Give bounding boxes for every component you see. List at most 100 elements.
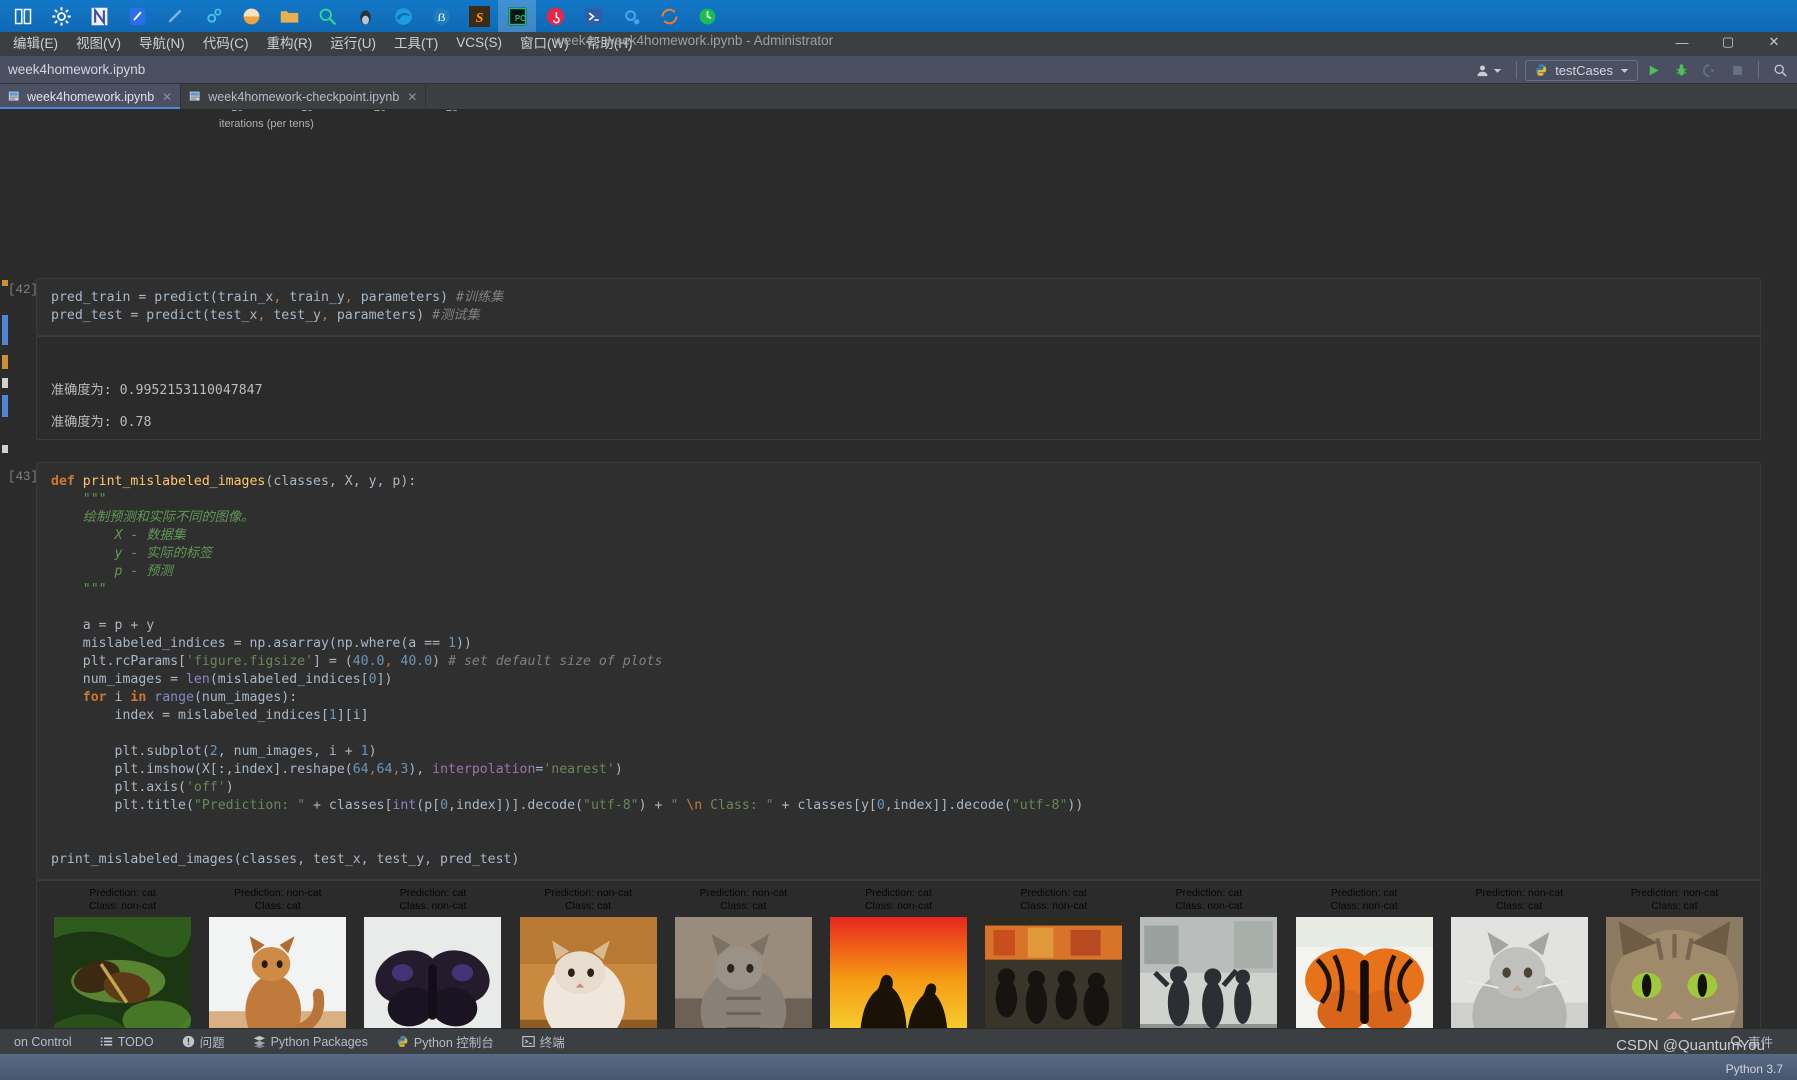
run-configuration-selector[interactable]: testCases — [1525, 59, 1638, 81]
svg-text:S: S — [475, 10, 483, 25]
toolbar-divider-2 — [1758, 61, 1759, 79]
code-content-42: pred_train = predict(train_x, train_y, p… — [51, 290, 504, 323]
powershell-icon[interactable] — [574, 0, 612, 32]
navigation-bar: week4homework.ipynb testCases — [0, 56, 1797, 84]
search-magnifier-icon[interactable] — [308, 0, 346, 32]
chart-xlabel: iterations (per tens) — [219, 118, 314, 130]
window-title: week4 - week4homework.ipynb - Administra… — [554, 33, 834, 48]
menu-edit[interactable]: 编辑(E) — [4, 30, 67, 54]
tab-close-icon[interactable]: ✕ — [405, 90, 417, 104]
status-python-packages[interactable]: Python Packages — [239, 1035, 382, 1049]
menu-code[interactable]: 代码(C) — [194, 30, 258, 54]
maximize-button[interactable]: ▢ — [1705, 28, 1751, 56]
search-icon — [1774, 64, 1787, 77]
list-item: Prediction: non-cat Class: cat — [1597, 887, 1752, 1034]
code-cell-42-input[interactable]: pred_train = predict(train_x, train_y, p… — [36, 278, 1761, 336]
pycharm-icon[interactable]: PC — [498, 0, 536, 32]
thumbnail-people-street — [1140, 917, 1278, 1034]
thumbnail-yellow-birds-silhouette — [830, 917, 968, 1034]
breadcrumb[interactable]: week4homework.ipynb — [8, 62, 145, 77]
sync-green-icon[interactable] — [688, 0, 726, 32]
run-button[interactable] — [1640, 59, 1666, 81]
previous-chart-remnant: 10 15 20 25 iterations (per tens) — [36, 110, 1736, 130]
chart-tick-15: 15 — [301, 110, 313, 114]
image-class-label: Class: cat — [1651, 900, 1698, 912]
image-class-label: Class: cat — [565, 900, 612, 912]
gears-icon[interactable] — [194, 0, 232, 32]
minimize-button[interactable]: — — [1659, 28, 1705, 56]
menu-navigate[interactable]: 导航(N) — [130, 30, 194, 54]
gutter-change-marker — [2, 315, 8, 345]
sphere-orange-icon[interactable] — [232, 0, 270, 32]
loading-orange-icon[interactable] — [650, 0, 688, 32]
status-python-console[interactable]: Python 控制台 — [382, 1032, 508, 1051]
status-label: Python 控制台 — [413, 1036, 494, 1050]
packages-icon — [253, 1035, 265, 1048]
code-content-43: def print_mislabeled_images(classes, X, … — [51, 474, 1084, 867]
status-label: 问题 — [199, 1036, 225, 1050]
coverage-button[interactable] — [1696, 59, 1722, 81]
tab-week4homework-checkpoint[interactable]: week4homework-checkpoint.ipynb ✕ — [181, 84, 427, 109]
tab-active-underline — [0, 107, 181, 109]
tab-label: week4homework-checkpoint.ipynb — [208, 89, 400, 104]
code-cell-43-output: Prediction: cat Class: non-cat Predictio… — [36, 880, 1761, 1034]
thumbnail-market-crowd — [985, 917, 1123, 1034]
image-class-label: Class: non-cat — [89, 900, 157, 912]
toolbar-divider — [1516, 61, 1518, 79]
status-todo[interactable]: TODO — [86, 1035, 168, 1049]
settings-gear-icon[interactable] — [42, 0, 80, 32]
status-problems[interactable]: 问题 — [168, 1032, 239, 1051]
list-item: Prediction: cat Class: non-cat — [355, 887, 510, 1034]
image-prediction-label: Prediction: non-cat — [234, 887, 322, 899]
run-config-label: testCases — [1555, 62, 1613, 78]
debug-button[interactable] — [1668, 59, 1694, 81]
image-prediction-label: Prediction: cat — [89, 887, 156, 899]
desktop-background — [0, 1054, 1797, 1080]
python-console-icon — [397, 1036, 408, 1047]
stop-button[interactable] — [1724, 59, 1750, 81]
close-button[interactable]: ✕ — [1751, 28, 1797, 56]
image-class-label: Class: non-cat — [399, 900, 467, 912]
netease-music-icon[interactable] — [536, 0, 574, 32]
user-avatar-dropdown[interactable] — [1469, 63, 1508, 78]
search-everywhere-button[interactable] — [1767, 59, 1793, 81]
mislabeled-image-grid: Prediction: cat Class: non-cat Predictio… — [45, 887, 1752, 1034]
coverage-icon — [1702, 63, 1714, 77]
sublime-text-icon[interactable]: S — [460, 0, 498, 32]
thumbnail-grey-tabby-cat — [674, 917, 812, 1034]
svg-text:PC: PC — [514, 13, 525, 22]
task-view-icon[interactable] — [4, 0, 42, 32]
tab-week4homework[interactable]: week4homework.ipynb ✕ — [0, 84, 182, 109]
chevron-down-icon — [1620, 68, 1629, 73]
image-prediction-label: Prediction: non-cat — [544, 887, 632, 899]
folder-icon[interactable] — [270, 0, 308, 32]
edge-browser-icon[interactable] — [384, 0, 422, 32]
image-class-label: Class: non-cat — [1330, 900, 1398, 912]
list-item: Prediction: non-cat Class: cat — [200, 887, 355, 1034]
notebook-editor[interactable]: 10 15 20 25 iterations (per tens) [42] p… — [0, 110, 1797, 1034]
tab-close-icon[interactable]: ✕ — [160, 90, 172, 104]
menu-run[interactable]: 运行(U) — [321, 30, 385, 54]
menu-tools[interactable]: 工具(T) — [385, 30, 447, 54]
thumbnail-orange-monarch-butterfly — [1295, 917, 1433, 1034]
pencil-icon[interactable] — [156, 0, 194, 32]
penguin-icon[interactable] — [346, 0, 384, 32]
pycharm-window: 编辑(E) 视图(V) 导航(N) 代码(C) 重构(R) 运行(U) 工具(T… — [0, 28, 1797, 1080]
image-prediction-label: Prediction: cat — [1330, 887, 1398, 899]
beta-icon[interactable]: ẞ — [422, 0, 460, 32]
gutter-change-marker — [2, 378, 8, 388]
editor-tabs: week4homework.ipynb ✕ week4homework-chec… — [0, 84, 1797, 110]
thumbnail-tabby-cat-green-eyes — [1605, 917, 1743, 1034]
menu-refactor[interactable]: 重构(R) — [258, 30, 322, 54]
status-bar: on Control TODO 问题 Python Packages Pytho… — [0, 1028, 1797, 1054]
status-label: TODO — [117, 1034, 154, 1049]
menu-view[interactable]: 视图(V) — [67, 30, 130, 54]
status-terminal[interactable]: 终端 — [508, 1032, 579, 1051]
menu-vcs[interactable]: VCS(S) — [447, 33, 511, 52]
list-item: Prediction: cat Class: non-cat — [45, 887, 200, 1034]
code-cell-43-input[interactable]: def print_mislabeled_images(classes, X, … — [36, 462, 1761, 880]
app-n-icon[interactable] — [80, 0, 118, 32]
pen-blue-icon[interactable] — [118, 0, 156, 32]
status-version-control[interactable]: on Control — [0, 1035, 86, 1049]
settings-blue-icon[interactable] — [612, 0, 650, 32]
